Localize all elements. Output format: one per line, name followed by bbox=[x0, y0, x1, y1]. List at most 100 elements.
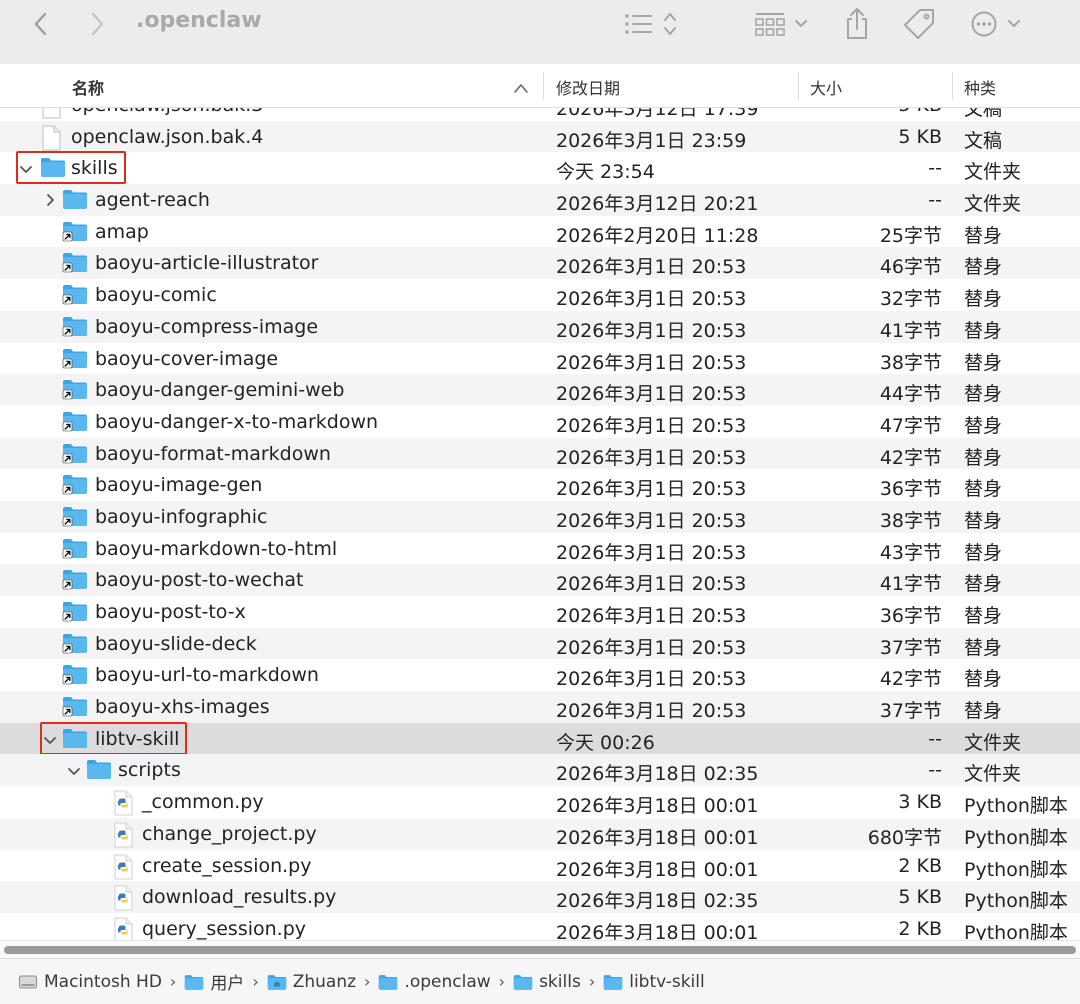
folder-row[interactable]: skills 今天 23:54 -- 文件夹 bbox=[0, 151, 1080, 185]
file-kind: 文件夹 bbox=[964, 763, 1022, 786]
file-name: baoyu-danger-gemini-web bbox=[95, 379, 345, 402]
share-button[interactable] bbox=[838, 4, 876, 44]
file-row[interactable]: baoyu-danger-gemini-web 2026年3月1日 20:53 44… bbox=[0, 374, 1080, 406]
file-kind: 替身 bbox=[964, 700, 1003, 723]
file-name: baoyu-post-to-wechat bbox=[95, 569, 304, 592]
sort-ascending-icon[interactable] bbox=[514, 78, 528, 97]
folder-row[interactable]: scripts 2026年3月18日 02:35 -- 文件夹 bbox=[0, 754, 1080, 787]
file-row[interactable]: change_project.py 2026年3月18日 00:01 680字节 Py… bbox=[0, 817, 1080, 850]
file-row[interactable]: baoyu-markdown-to-html 2026年3月1日 20:53 43字… bbox=[0, 533, 1080, 565]
file-row[interactable]: openclaw.json.bak.3 2026年3月12日 17:39 5 KB 文… bbox=[0, 108, 1080, 121]
breadcrumb-item[interactable]: skills bbox=[513, 972, 581, 992]
file-row[interactable]: baoyu-comic 2026年3月1日 20:53 32字节 替身 bbox=[0, 279, 1080, 311]
file-size: 36字节 bbox=[879, 605, 942, 627]
column-divider[interactable] bbox=[543, 72, 544, 100]
tag-button[interactable] bbox=[898, 4, 940, 44]
file-row[interactable]: baoyu-compress-image 2026年3月1日 20:53 41字节替… bbox=[0, 310, 1080, 343]
annotation-highlight-box bbox=[40, 721, 188, 755]
file-row[interactable]: baoyu-danger-x-to-markdown 2026年3月1日 20:5… bbox=[0, 406, 1080, 438]
folder-alias-icon bbox=[62, 411, 87, 432]
file-size: 5 KB bbox=[898, 108, 942, 116]
modified-date: 2026年3月12日 20:21 bbox=[556, 193, 759, 216]
modified-date: 2026年3月1日 20:53 bbox=[556, 351, 747, 374]
file-row[interactable]: amap 2026年2月20日 11:28 25字节 替身 bbox=[0, 216, 1080, 248]
breadcrumb-label: .openclaw bbox=[404, 971, 491, 992]
file-row[interactable]: openclaw.json.bak.4 2026年3月1日 23:59 5 KB 文稿 bbox=[0, 120, 1080, 153]
file-icon-wrapper bbox=[112, 854, 138, 879]
file-kind: 文稿 bbox=[964, 108, 1003, 120]
file-row[interactable]: download_results.py 2026年3月18日 02:35 5 KB P… bbox=[0, 881, 1080, 913]
file-name: baoyu-danger-x-to-markdown bbox=[95, 410, 379, 433]
folder-alias-icon bbox=[62, 506, 87, 527]
file-name: baoyu-article-illustrator bbox=[95, 252, 319, 275]
file-row[interactable]: baoyu-xhs-images 2026年3月1日 20:53 37字节 替身 bbox=[0, 691, 1080, 723]
file-kind: 替身 bbox=[964, 668, 1003, 691]
chevron-down-icon bbox=[68, 768, 80, 776]
document-icon bbox=[42, 108, 61, 119]
column-date-header[interactable]: 修改日期 bbox=[556, 75, 620, 99]
column-size-header[interactable]: 大小 bbox=[810, 75, 842, 99]
file-name: baoyu-image-gen bbox=[95, 474, 263, 497]
file-row[interactable]: baoyu-slide-deck 2026年3月1日 20:53 37字节 替身 bbox=[0, 627, 1080, 660]
folder-row[interactable]: libtv-skill 今天 00:26 -- 文件夹 bbox=[0, 721, 1080, 755]
hard-disk-icon bbox=[19, 975, 37, 988]
file-size: 36字节 bbox=[879, 478, 942, 501]
disclosure-toggle[interactable] bbox=[66, 760, 82, 780]
file-row[interactable]: baoyu-infographic 2026年3月1日 20:53 38字节 替身 bbox=[0, 500, 1080, 533]
file-icon-wrapper bbox=[40, 125, 66, 151]
file-row[interactable]: baoyu-image-gen 2026年3月1日 20:53 36字节 替身 bbox=[0, 469, 1080, 501]
horizontal-scrollbar[interactable] bbox=[0, 940, 1080, 958]
more-actions-button[interactable] bbox=[966, 6, 1032, 42]
scrollbar-thumb[interactable] bbox=[4, 946, 1076, 954]
modified-date: 2026年2月20日 11:28 bbox=[556, 224, 759, 247]
file-row[interactable]: baoyu-url-to-markdown 2026年3月1日 20:53 42字节… bbox=[0, 659, 1080, 691]
modified-date: 2026年3月1日 23:59 bbox=[556, 129, 747, 152]
folder-icon bbox=[513, 974, 533, 990]
folder-alias-icon bbox=[62, 221, 87, 242]
breadcrumb-item[interactable]: Zhuanz bbox=[267, 972, 356, 992]
file-row[interactable]: create_session.py 2026年3月18日 00:01 2 KB Pyt… bbox=[0, 850, 1080, 882]
modified-date: 2026年3月1日 20:53 bbox=[556, 573, 747, 596]
list-view-button[interactable] bbox=[618, 6, 684, 42]
breadcrumb-item[interactable]: Macintosh HD bbox=[18, 972, 162, 992]
breadcrumb-item[interactable]: 用户 bbox=[184, 969, 244, 994]
file-icon-wrapper bbox=[62, 220, 88, 244]
file-row[interactable]: baoyu-article-illustrator 2026年3月1日 20:53… bbox=[0, 247, 1080, 280]
file-size: 32字节 bbox=[879, 288, 942, 311]
file-row[interactable]: baoyu-format-markdown 2026年3月1日 20:53 42字节… bbox=[0, 437, 1080, 470]
modified-date: 2026年3月1日 20:53 bbox=[556, 319, 747, 342]
column-kind-header[interactable]: 种类 bbox=[964, 75, 996, 99]
file-icon-wrapper bbox=[62, 505, 88, 529]
modified-date: 2026年3月18日 00:01 bbox=[556, 795, 759, 818]
annotation-highlight-box bbox=[16, 151, 126, 185]
file-name: agent-reach bbox=[95, 189, 210, 212]
disclosure-toggle[interactable] bbox=[42, 190, 58, 210]
file-icon-wrapper bbox=[62, 663, 88, 687]
folder-alias-icon bbox=[62, 285, 87, 305]
python-file-icon bbox=[114, 790, 133, 816]
breadcrumb-item[interactable]: libtv-skill bbox=[603, 972, 705, 992]
column-divider[interactable] bbox=[952, 72, 953, 100]
file-list[interactable]: openclaw.json.bak.3 2026年3月12日 17:39 5 KB 文… bbox=[0, 108, 1080, 940]
forward-button[interactable] bbox=[80, 6, 114, 42]
column-divider[interactable] bbox=[798, 72, 799, 100]
folder-row[interactable]: agent-reach 2026年3月12日 20:21 -- 文件夹 bbox=[0, 184, 1080, 216]
file-size: -- bbox=[928, 157, 942, 180]
file-row[interactable]: baoyu-cover-image 2026年3月1日 20:53 38字节 替身 bbox=[0, 343, 1080, 375]
column-name-header[interactable]: 名称 bbox=[72, 75, 104, 99]
modified-date: 2026年3月1日 20:53 bbox=[556, 509, 747, 532]
file-row[interactable]: baoyu-post-to-wechat 2026年3月1日 20:53 41字节替… bbox=[0, 564, 1080, 596]
file-size: 38字节 bbox=[879, 509, 942, 532]
file-icon-wrapper bbox=[62, 410, 88, 434]
tag-icon bbox=[904, 9, 934, 39]
file-row[interactable]: query_session.py 2026年3月18日 00:01 2 KB Pyth… bbox=[0, 913, 1080, 940]
breadcrumb-item[interactable]: .openclaw bbox=[378, 971, 491, 992]
file-size: 680字节 bbox=[867, 826, 942, 849]
file-row[interactable]: baoyu-post-to-x 2026年3月1日 20:53 36字节 替身 bbox=[0, 596, 1080, 628]
file-row[interactable]: _common.py 2026年3月18日 00:01 3 KB Python脚本 bbox=[0, 786, 1080, 818]
group-by-button[interactable] bbox=[750, 6, 816, 42]
folder-alias-icon bbox=[62, 538, 87, 558]
breadcrumb-label: Macintosh HD bbox=[44, 971, 162, 992]
back-button[interactable] bbox=[24, 6, 58, 42]
breadcrumb-label: Zhuanz bbox=[292, 971, 357, 992]
